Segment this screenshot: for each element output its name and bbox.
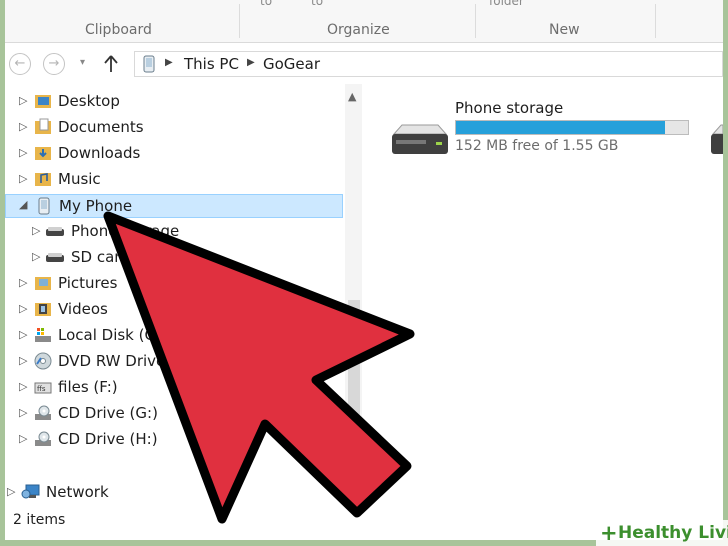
- pointer-arrow-overlay: [103, 211, 415, 524]
- watermark-text: Healthy Living: [618, 523, 728, 543]
- watermark: + Healthy Living: [596, 520, 728, 546]
- watermark-logo: +: [600, 521, 618, 545]
